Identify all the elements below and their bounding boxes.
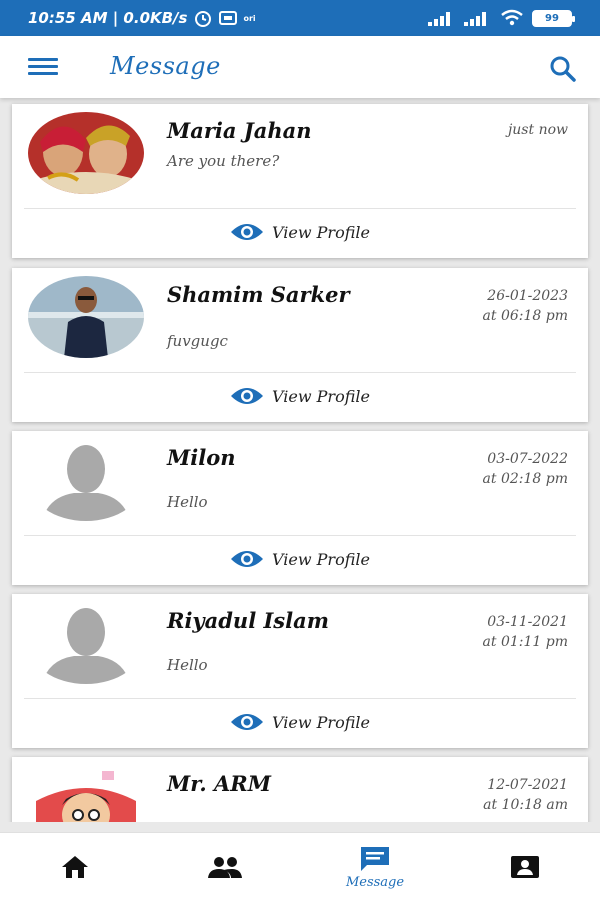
timestamp-time: at 06:18 pm: [482, 308, 568, 324]
last-message: fuvgugc: [167, 332, 228, 350]
conversation-list[interactable]: Maria Jahan Are you there? just now View…: [0, 98, 600, 822]
timestamp-date: 03-07-2022: [487, 451, 568, 467]
contact-card-icon: [511, 856, 539, 878]
search-icon[interactable]: [548, 54, 578, 84]
avatar[interactable]: [28, 765, 144, 822]
home-icon: [62, 856, 88, 878]
view-profile-button[interactable]: View Profile: [12, 545, 588, 573]
status-time: 10:55 AM | 0.0KB/s: [28, 9, 188, 27]
menu-icon[interactable]: [28, 58, 58, 76]
view-profile-label: View Profile: [272, 549, 370, 569]
conversation-item[interactable]: Riyadul Islam Hello 03-11-2021 at 01:11 …: [12, 594, 588, 748]
status-bar: 10:55 AM | 0.0KB/s ori 99: [0, 0, 600, 36]
avatar[interactable]: [28, 602, 144, 684]
conversation-item[interactable]: Milon Hello 03-07-2022 at 02:18 pm View …: [12, 431, 588, 585]
last-message: Are you there?: [167, 152, 280, 170]
last-message: Hello: [167, 656, 208, 674]
timestamp-date: 26-01-2023: [487, 288, 568, 304]
page-title: Message: [110, 52, 221, 80]
conversation-item[interactable]: Maria Jahan Are you there? just now View…: [12, 104, 588, 258]
contact-name: Mr. ARM: [167, 771, 271, 796]
timestamp: 03-07-2022 at 02:18 pm: [483, 449, 568, 489]
signal-icon-2: [464, 12, 486, 26]
view-profile-label: View Profile: [272, 712, 370, 732]
people-icon: [208, 857, 242, 878]
view-profile-button[interactable]: View Profile: [12, 382, 588, 410]
nav-message-label: Message: [345, 874, 405, 890]
eye-icon: [231, 714, 264, 730]
battery-icon: 99: [532, 9, 575, 27]
signal-icon: [428, 12, 450, 26]
timestamp: just now: [508, 120, 568, 140]
timestamp: 26-01-2023 at 06:18 pm: [483, 286, 568, 326]
timestamp-time: at 10:18 am: [483, 797, 568, 813]
nav-message[interactable]: Message: [300, 833, 450, 900]
chat-icon: [361, 846, 389, 871]
avatar[interactable]: [28, 112, 144, 194]
timestamp: 12-07-2021 at 10:18 am: [483, 775, 568, 815]
conversation-item[interactable]: Mr. ARM 12-07-2021 at 10:18 am: [12, 757, 588, 822]
view-profile-button[interactable]: View Profile: [12, 708, 588, 736]
divider: [24, 208, 576, 209]
nav-people[interactable]: [150, 833, 300, 900]
view-profile-label: View Profile: [272, 222, 370, 242]
eye-icon: [231, 388, 264, 404]
bottom-navigation: Message: [0, 832, 600, 900]
avatar[interactable]: [28, 276, 144, 358]
timestamp-date: 03-11-2021: [487, 614, 568, 630]
app-bar: Message: [0, 36, 600, 98]
divider: [24, 372, 576, 373]
eye-icon: [231, 224, 264, 240]
nav-home[interactable]: [0, 833, 150, 900]
avatar[interactable]: [28, 439, 144, 521]
contact-name: Riyadul Islam: [167, 608, 329, 633]
timestamp-date: just now: [507, 122, 568, 138]
last-message: Hello: [167, 493, 208, 511]
view-profile-button[interactable]: View Profile: [12, 218, 588, 246]
status-small-label: ori: [243, 13, 256, 23]
timestamp-time: at 02:18 pm: [482, 471, 568, 487]
conversation-item[interactable]: Shamim Sarker fuvgugc 26-01-2023 at 06:1…: [12, 268, 588, 422]
eye-icon: [231, 551, 264, 567]
nav-profile[interactable]: [450, 833, 600, 900]
divider: [24, 535, 576, 536]
wifi-icon: [501, 9, 523, 26]
contact-name: Shamim Sarker: [167, 282, 350, 307]
battery-level: 99: [545, 12, 559, 24]
timestamp-time: at 01:11 pm: [482, 634, 568, 650]
timestamp-date: 12-07-2021: [487, 777, 568, 793]
contact-name: Milon: [167, 445, 236, 470]
contact-name: Maria Jahan: [167, 118, 312, 143]
view-profile-label: View Profile: [272, 386, 370, 406]
screen-icon: [219, 11, 238, 25]
divider: [24, 698, 576, 699]
timestamp: 03-11-2021 at 01:11 pm: [483, 612, 568, 652]
alarm-icon: [195, 11, 212, 27]
